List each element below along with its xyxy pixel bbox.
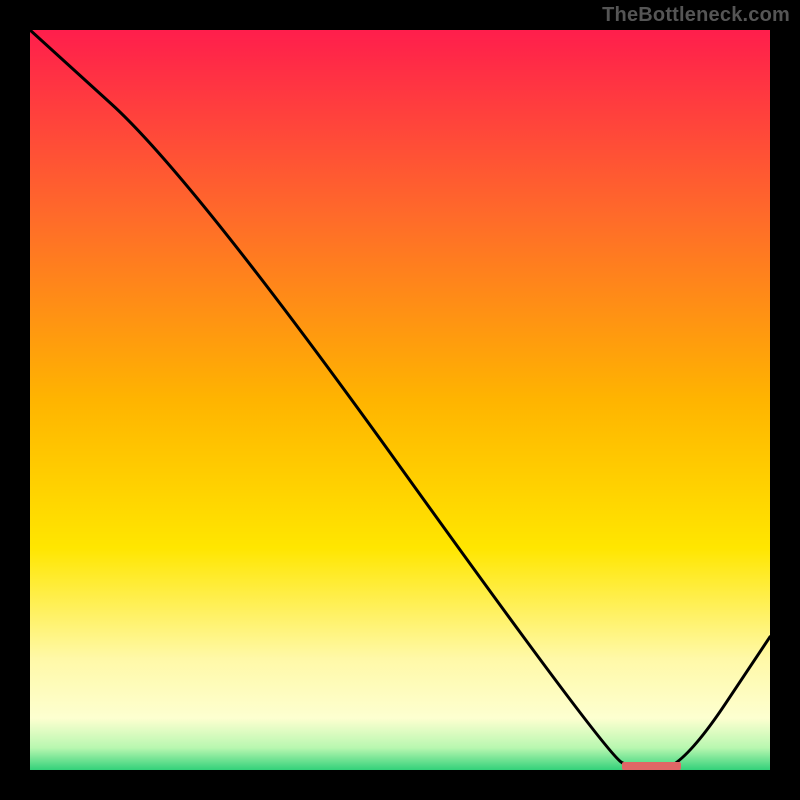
chart-svg xyxy=(30,30,770,770)
chart-frame: TheBottleneck.com xyxy=(0,0,800,800)
plot-area xyxy=(30,30,770,770)
optimal-range-marker xyxy=(622,762,681,770)
watermark-text: TheBottleneck.com xyxy=(602,4,790,27)
gradient-rect xyxy=(30,30,770,770)
